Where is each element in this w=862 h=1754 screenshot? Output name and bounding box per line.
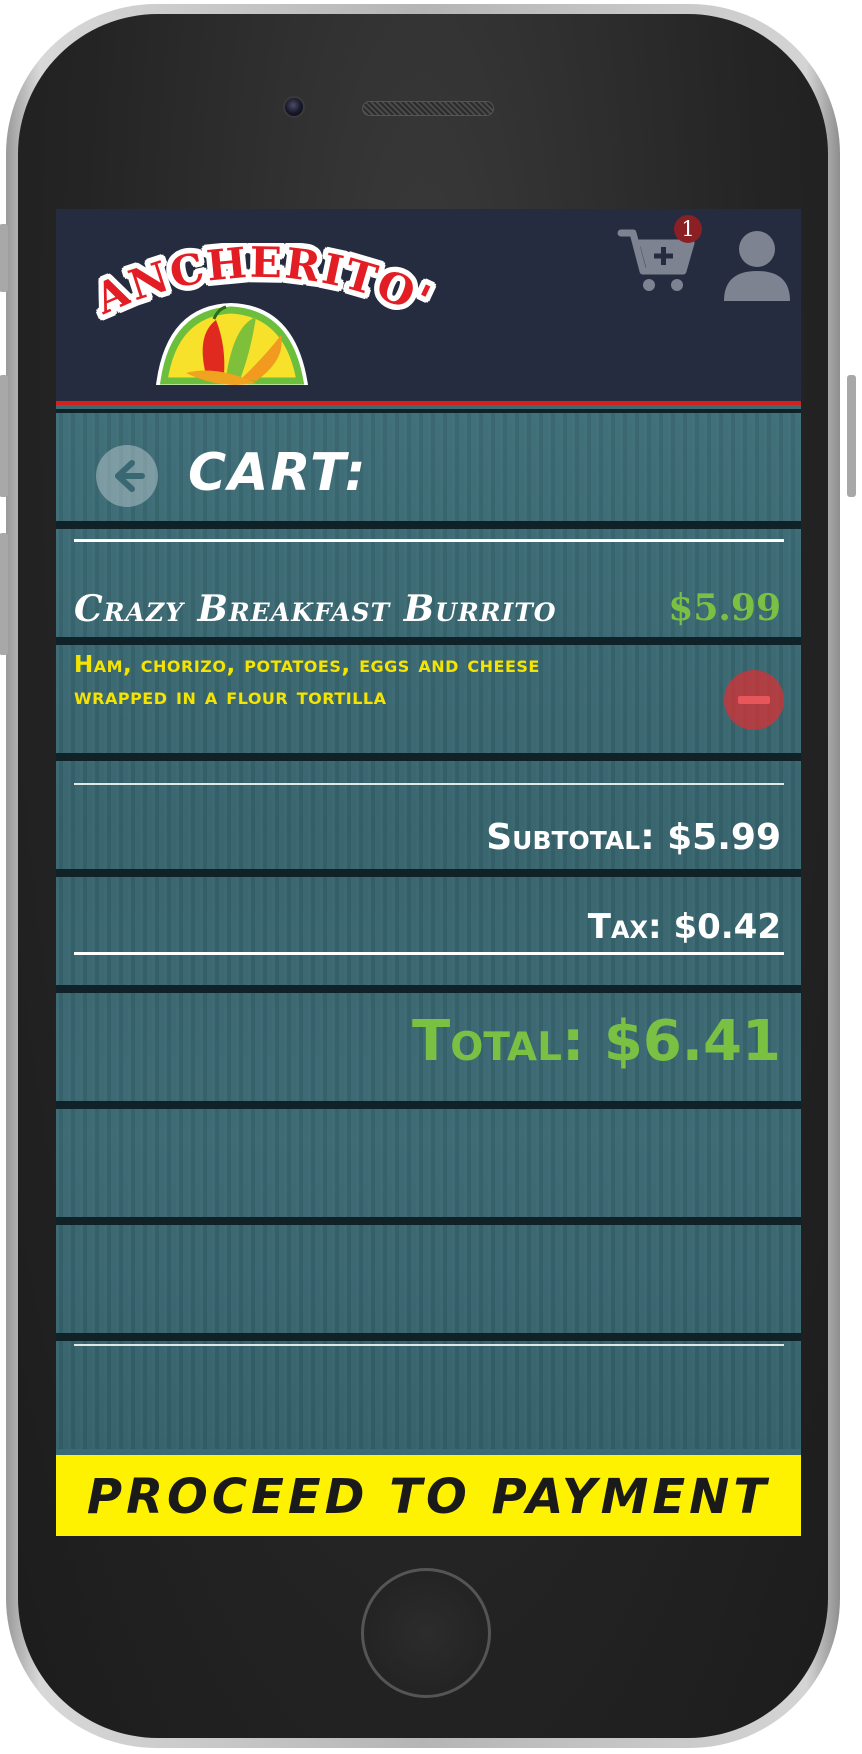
- app-screen: RANCHERITO'S 1: [56, 209, 801, 1536]
- subtotal: Subtotal: $5.99: [486, 817, 781, 858]
- cart-item-description: Ham, chorizo, potatoes, eggs and cheese …: [74, 652, 540, 710]
- back-button[interactable]: [96, 445, 158, 507]
- tax: Tax: $0.42: [587, 907, 781, 947]
- cart-item-price: $5.99: [668, 587, 781, 629]
- total: Total: $6.41: [412, 1009, 781, 1074]
- phone-power-button: [847, 375, 856, 497]
- divider: [74, 1344, 784, 1346]
- arrow-left-circle-icon: [115, 460, 145, 492]
- divider: [74, 539, 784, 542]
- phone-home-button: [361, 1568, 491, 1698]
- phone-volume-down: [0, 533, 8, 655]
- cart-badge: 1: [674, 215, 702, 243]
- divider: [74, 783, 784, 785]
- page-title: CART:: [188, 443, 368, 503]
- remove-item-button[interactable]: [724, 670, 784, 730]
- phone-camera: [283, 96, 305, 118]
- proceed-to-payment-button[interactable]: PROCEED TO PAYMENT: [56, 1455, 801, 1536]
- taco-peppers-logo-icon: [156, 303, 308, 386]
- user-icon[interactable]: [722, 227, 792, 301]
- phone-volume-up: [0, 375, 8, 497]
- phone-speaker: [362, 101, 494, 116]
- logo[interactable]: RANCHERITO'S: [56, 209, 446, 399]
- cart-item-name: Crazy Breakfast Burrito: [74, 588, 557, 630]
- divider: [74, 952, 784, 955]
- phone-mute-switch: [0, 224, 8, 292]
- app-header: RANCHERITO'S 1: [56, 209, 801, 405]
